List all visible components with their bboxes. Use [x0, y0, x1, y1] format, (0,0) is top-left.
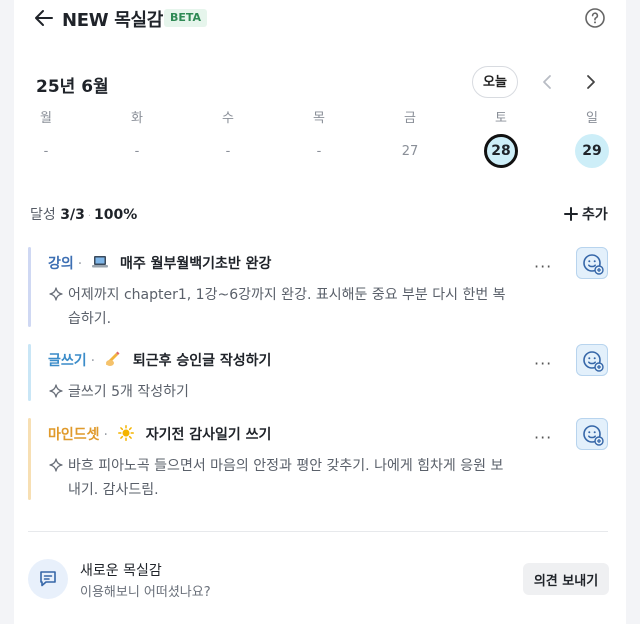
sparkle-icon — [49, 287, 63, 301]
chat-icon — [28, 559, 68, 599]
help-icon[interactable] — [584, 7, 606, 29]
sparkle-icon — [49, 458, 63, 472]
task-description: 바흐 피아노곡 들으면서 마음의 안정과 평안 갖추기. 나에게 힘차게 응원 … — [48, 454, 508, 502]
laptop-icon — [92, 256, 109, 268]
more-icon[interactable]: ··· — [534, 354, 552, 373]
task-title-row: 마인드셋 · 자기전 감사일기 쓰기 — [48, 424, 271, 444]
mood-button[interactable] — [576, 344, 608, 376]
task-description: 어제까지 chapter1, 1강~6강까지 완강. 표시해둔 중요 부분 다시… — [48, 283, 508, 331]
beta-badge: BETA — [164, 9, 208, 27]
weekday-label: 금 — [404, 111, 416, 126]
weekday-label: 일 — [586, 111, 598, 126]
divider — [28, 531, 608, 532]
mood-button[interactable] — [576, 418, 608, 450]
calendar-day: - — [316, 144, 322, 159]
add-button[interactable]: 추가 — [564, 204, 608, 224]
task-description-text: 바흐 피아노곡 들으면서 마음의 안정과 평안 갖추기. 나에게 힘차게 응원 … — [68, 458, 504, 498]
calendar-day-selected[interactable]: 28 — [484, 134, 518, 168]
more-icon[interactable]: ··· — [534, 428, 552, 447]
task-title-row: 글쓰기 · 퇴근후 승인글 작성하기 — [48, 350, 271, 370]
main-panel: NEW 목실감 BETA 25년 6월 오늘 월 화 수 목 금 토 일 - -… — [14, 0, 626, 624]
feedback-subtitle: 이용해보니 어떠셨나요? — [80, 585, 211, 600]
smiley-add-icon — [583, 425, 604, 446]
calendar-day: - — [134, 144, 140, 159]
separator-dot: · — [77, 256, 83, 272]
task-description: 글쓰기 5개 작성하기 — [48, 380, 508, 404]
calendar-day: - — [225, 144, 231, 159]
sun-icon — [117, 425, 134, 441]
progress-percent: 100% — [94, 207, 138, 223]
chevron-right-icon[interactable] — [578, 70, 602, 94]
weekday-label: 월 — [40, 111, 52, 126]
calendar-day-highlighted[interactable]: 29 — [575, 134, 609, 168]
task-category: 강의 — [48, 256, 74, 272]
progress-label: 달성 — [30, 207, 56, 223]
task-description-text: 어제까지 chapter1, 1강~6강까지 완강. 표시해둔 중요 부분 다시… — [68, 287, 506, 327]
task-description-text: 글쓰기 5개 작성하기 — [68, 384, 189, 400]
writing-hand-icon — [105, 351, 120, 366]
feedback-title: 새로운 목실감 — [80, 563, 162, 579]
calendar-day[interactable]: 27 — [390, 140, 430, 164]
sparkle-icon — [49, 384, 63, 398]
smiley-add-icon — [583, 351, 604, 372]
task-category: 마인드셋 — [48, 427, 100, 443]
task-item: 마인드셋 · 자기전 감사일기 쓰기 바흐 피아노곡 들으면서 마음의 안정과 평… — [28, 418, 608, 500]
weekday-label: 토 — [495, 111, 507, 126]
task-title: 매주 월부월백기초반 완강 — [119, 256, 272, 272]
weekday-label: 수 — [222, 111, 234, 126]
task-color-bar — [28, 344, 31, 401]
page-title: NEW 목실감 — [62, 10, 164, 31]
calendar-day: - — [43, 144, 49, 159]
more-icon[interactable]: ··· — [534, 257, 552, 276]
task-title-row: 강의 · 매주 월부월백기초반 완강 — [48, 253, 271, 273]
plus-icon — [564, 207, 578, 221]
send-feedback-button[interactable]: 의견 보내기 — [523, 563, 609, 595]
task-color-bar — [28, 247, 31, 327]
task-color-bar — [28, 418, 31, 500]
task-item: 강의 · 매주 월부월백기초반 완강 어제까지 chapter1, 1강~6강까지… — [28, 247, 608, 327]
today-button[interactable]: 오늘 — [472, 66, 518, 98]
weekday-label: 화 — [131, 111, 143, 126]
mood-button[interactable] — [576, 247, 608, 279]
task-item: 글쓰기 · 퇴근후 승인글 작성하기 글쓰기 5개 작성하기 ··· — [28, 344, 608, 401]
task-title: 자기전 감사일기 쓰기 — [145, 427, 272, 443]
separator-dot: · — [103, 427, 108, 443]
smiley-add-icon — [583, 254, 604, 275]
separator-dot: · — [90, 353, 96, 369]
chevron-left-icon[interactable] — [536, 70, 560, 94]
back-arrow-icon[interactable] — [32, 6, 56, 30]
progress-count: 3/3 — [60, 207, 85, 223]
separator-dot: · — [87, 211, 92, 222]
add-label: 추가 — [582, 207, 608, 223]
month-label: 25년 6월 — [36, 77, 109, 97]
progress-summary: 달성 3/3 · 100% — [30, 204, 137, 224]
task-title: 퇴근후 승인글 작성하기 — [132, 353, 272, 369]
weekday-label: 목 — [313, 111, 325, 126]
task-category: 글쓰기 — [48, 353, 87, 369]
